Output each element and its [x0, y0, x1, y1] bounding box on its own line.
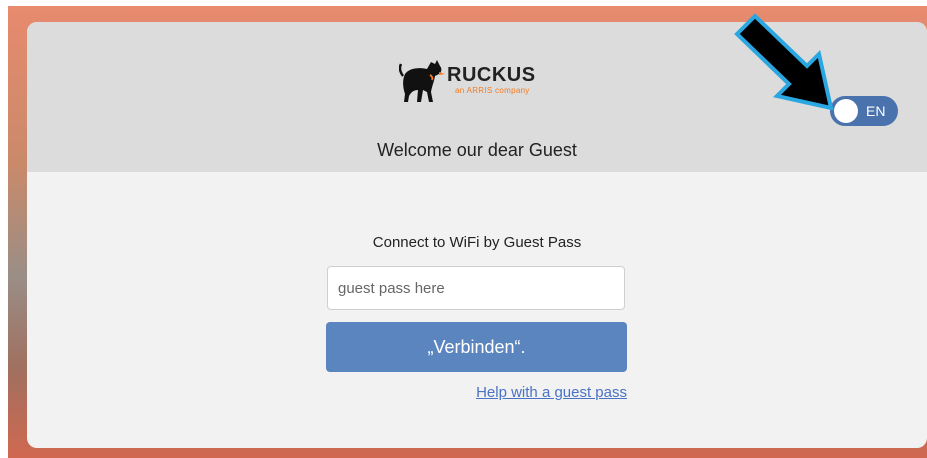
help-link[interactable]: Help with a guest pass: [446, 384, 627, 401]
logo-wordmark: RUCKUS: [447, 64, 536, 86]
form-title: Connect to WiFi by Guest Pass: [372, 234, 582, 251]
guest-pass-input[interactable]: [327, 266, 625, 310]
logo-tagline: an ARRIS company: [455, 86, 530, 95]
page-left-edge: [0, 0, 8, 458]
dog-icon: [399, 60, 445, 102]
welcome-text: Welcome our dear Guest: [377, 140, 577, 160]
arrow-icon: [734, 13, 834, 111]
connect-button[interactable]: „Verbinden“.: [326, 322, 627, 372]
ruckus-logo: RUCKUS an ARRIS company: [399, 52, 559, 108]
language-label: EN: [866, 103, 886, 119]
